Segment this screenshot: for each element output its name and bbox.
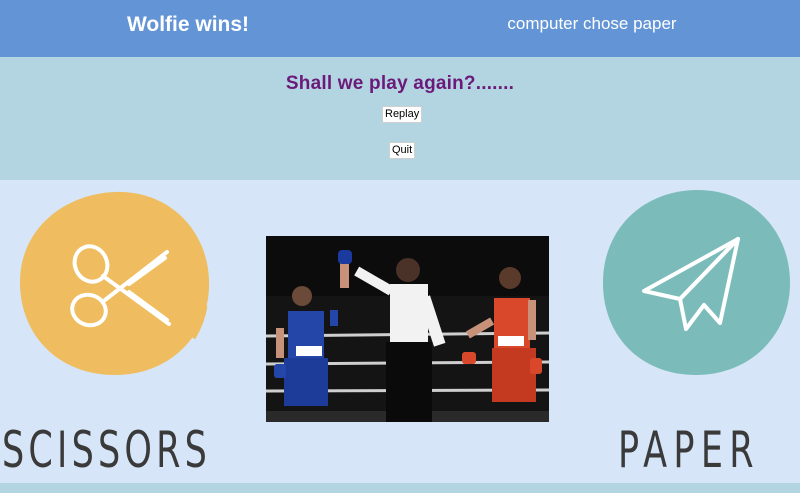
quit-button[interactable]: Quit bbox=[389, 142, 416, 159]
computer-choice-message: computer chose paper bbox=[507, 14, 677, 33]
paper-plane-icon bbox=[602, 189, 791, 375]
winner-photo bbox=[266, 236, 549, 422]
scissors-icon bbox=[19, 191, 210, 376]
computer-choice-label: PAPER bbox=[618, 421, 760, 479]
replay-button[interactable]: Replay bbox=[382, 106, 423, 123]
play-again-prompt: Shall we play again?....... bbox=[285, 73, 515, 94]
bottom-stripe bbox=[0, 483, 800, 493]
player-choice-label: SCISSORS bbox=[2, 421, 212, 479]
result-message: Wolfie wins! bbox=[126, 13, 250, 36]
